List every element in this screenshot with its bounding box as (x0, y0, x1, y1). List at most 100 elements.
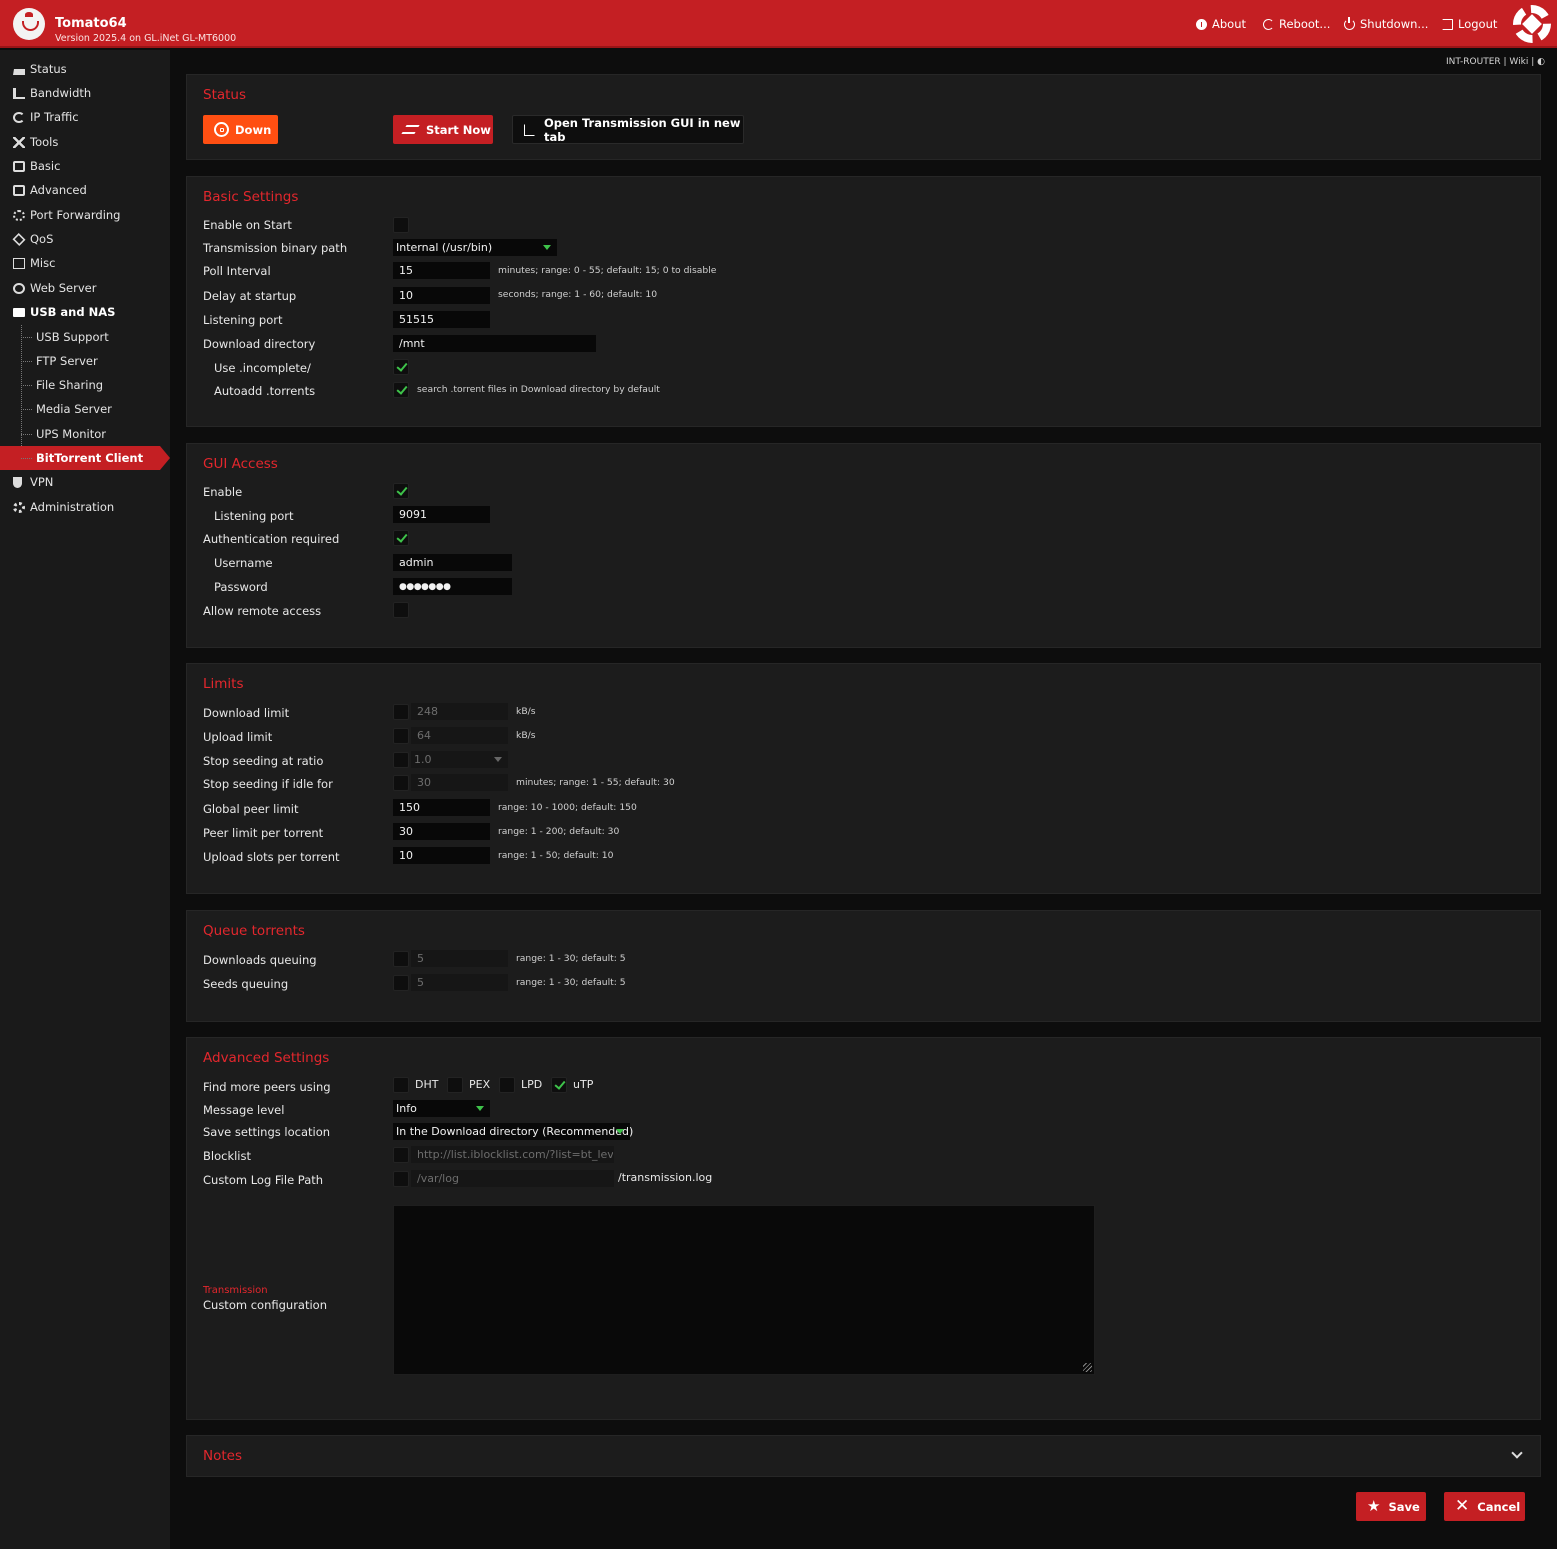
seed-idle-input[interactable]: 30 (411, 774, 508, 791)
info-icon (1196, 18, 1207, 30)
sidebar-item-web-server[interactable]: Web Server (0, 276, 170, 300)
reboot-link[interactable]: Reboot... (1263, 17, 1330, 31)
tag-icon (12, 232, 26, 246)
seed-idle-checkbox[interactable] (393, 775, 409, 791)
sidebar-item-ftp-server[interactable]: FTP Server (0, 349, 170, 373)
log-path-input[interactable]: /var/log (411, 1170, 614, 1187)
sidebar-item-ip-traffic[interactable]: IP Traffic (0, 105, 170, 129)
utp-label: uTP (573, 1078, 594, 1091)
password-input[interactable]: ●●●●●●● (393, 578, 512, 595)
power-icon (1344, 16, 1355, 30)
dht-label: DHT (415, 1078, 439, 1091)
gear-logo-icon[interactable] (1513, 5, 1551, 43)
download-limit-input[interactable]: 248 (411, 703, 508, 720)
tomato-logo-icon[interactable] (13, 8, 45, 40)
queue-section: Queue torrents (186, 910, 1541, 1022)
upload-limit-unit: kB/s (516, 730, 536, 741)
sidebar-item-bittorrent[interactable]: BitTorrent Client (0, 446, 170, 470)
basic-settings-section: Basic Settings (186, 176, 1541, 427)
open-gui-button[interactable]: Open Transmission GUI in new tab (512, 115, 744, 144)
sidebar-item-file-sharing[interactable]: File Sharing (0, 373, 170, 397)
listening-port-input[interactable]: 51515 (393, 311, 490, 328)
auth-required-label: Authentication required (203, 532, 340, 546)
star-icon: ★ (1367, 1497, 1381, 1515)
binary-path-select[interactable]: Internal (/usr/bin) (393, 239, 557, 256)
sidebar-item-bandwidth[interactable]: Bandwidth (0, 81, 170, 105)
gui-port-input[interactable]: 9091 (393, 506, 490, 523)
download-limit-label: Download limit (203, 706, 290, 720)
downloads-queuing-input[interactable]: 5 (411, 950, 508, 967)
blocklist-checkbox[interactable] (393, 1147, 409, 1163)
queue-title: Queue torrents (203, 923, 305, 939)
cast-icon (13, 257, 25, 269)
log-path-checkbox[interactable] (393, 1171, 409, 1187)
delay-startup-input[interactable]: 10 (393, 287, 490, 304)
use-incomplete-checkbox[interactable] (393, 359, 409, 375)
upload-slots-input[interactable]: 10 (393, 847, 490, 864)
lpd-checkbox[interactable] (499, 1077, 515, 1093)
pex-checkbox[interactable] (447, 1077, 463, 1093)
sidebar-item-administration[interactable]: Administration (0, 495, 170, 519)
seed-ratio-checkbox[interactable] (393, 752, 409, 768)
tools-icon (13, 136, 25, 148)
seed-ratio-select[interactable]: 1.0 (411, 751, 508, 768)
chevron-down-icon[interactable] (1511, 1447, 1523, 1459)
shield-icon (13, 476, 22, 488)
save-location-label: Save settings location (203, 1125, 331, 1139)
sidebar-item-vpn[interactable]: VPN (0, 470, 170, 494)
sidebar-item-tools[interactable]: Tools (0, 130, 170, 154)
global-peer-input[interactable]: 150 (393, 799, 490, 816)
download-limit-checkbox[interactable] (393, 704, 409, 720)
remote-access-checkbox[interactable] (393, 602, 409, 618)
poll-interval-input[interactable]: 15 (393, 262, 490, 279)
seeds-queuing-checkbox[interactable] (393, 975, 409, 991)
global-peer-label: Global peer limit (203, 802, 299, 816)
breadcrumb[interactable]: INT-ROUTER | Wiki | ◐ (1446, 57, 1545, 67)
gauge-icon (13, 184, 25, 196)
listening-port-label: Listening port (203, 313, 283, 327)
auth-required-checkbox[interactable] (393, 530, 409, 546)
save-location-select[interactable]: In the Download directory (Recommended) (393, 1123, 633, 1140)
notes-section[interactable]: Notes (186, 1435, 1541, 1477)
save-button[interactable]: ★ Save (1356, 1492, 1426, 1521)
utp-checkbox[interactable] (551, 1077, 567, 1093)
custom-config-textarea[interactable] (393, 1205, 1095, 1375)
enable-on-start-checkbox[interactable] (393, 217, 409, 233)
server-icon (13, 160, 25, 172)
peer-torrent-input[interactable]: 30 (393, 823, 490, 840)
limits-section: Limits (186, 663, 1541, 894)
logout-link[interactable]: Logout (1442, 17, 1497, 31)
cancel-button[interactable]: ✕ Cancel (1444, 1492, 1525, 1521)
downloads-queuing-checkbox[interactable] (393, 951, 409, 967)
message-level-select[interactable]: Info (393, 1100, 490, 1117)
sidebar-item-ups-monitor[interactable]: UPS Monitor (0, 422, 170, 446)
dht-checkbox[interactable] (393, 1077, 409, 1093)
start-now-button[interactable]: Start Now (393, 115, 493, 144)
seeds-queuing-input[interactable]: 5 (411, 974, 508, 991)
sidebar-item-status[interactable]: Status (0, 57, 170, 81)
reboot-icon (1263, 18, 1274, 30)
sidebar-item-qos[interactable]: QoS (0, 227, 170, 251)
username-input[interactable]: admin (393, 554, 512, 571)
about-link[interactable]: About (1196, 17, 1246, 31)
sidebar-item-misc[interactable]: Misc (0, 251, 170, 275)
upload-limit-input[interactable]: 64 (411, 727, 508, 744)
blocklist-input[interactable]: http://list.iblocklist.com/?list=bt_leve (411, 1146, 614, 1163)
basic-title: Basic Settings (203, 189, 299, 205)
autoadd-checkbox[interactable] (393, 382, 409, 398)
sidebar-item-advanced[interactable]: Advanced (0, 178, 170, 202)
sidebar-item-basic[interactable]: Basic (0, 154, 170, 178)
seeds-queuing-hint: range: 1 - 30; default: 5 (516, 977, 626, 988)
status-down-badge: Down (203, 115, 278, 144)
download-dir-input[interactable]: /mnt (393, 335, 596, 352)
gui-enable-checkbox[interactable] (393, 483, 409, 499)
sidebar-item-media-server[interactable]: Media Server (0, 397, 170, 421)
sidebar-item-usb-support[interactable]: USB Support (0, 325, 170, 349)
sidebar-item-port-forwarding[interactable]: Port Forwarding (0, 203, 170, 227)
sidebar-item-usb-nas[interactable]: USB and NAS (0, 300, 170, 324)
autoadd-hint: search .torrent files in Download direct… (417, 384, 660, 395)
shutdown-link[interactable]: Shutdown... (1344, 16, 1428, 31)
username-label: Username (214, 556, 273, 570)
upload-limit-checkbox[interactable] (393, 728, 409, 744)
global-peer-hint: range: 10 - 1000; default: 150 (498, 802, 637, 813)
